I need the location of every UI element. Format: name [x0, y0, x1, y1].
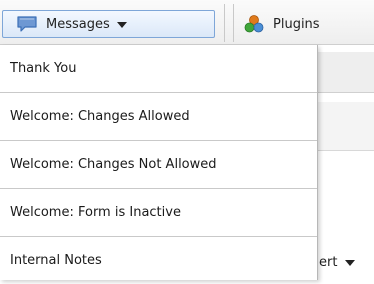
- menu-item-label: Welcome: Form is Inactive: [10, 205, 181, 220]
- background-panel: [318, 102, 374, 151]
- menu-item-label: Welcome: Changes Not Allowed: [10, 157, 217, 172]
- chevron-down-icon: [345, 260, 356, 266]
- toolbar: Messages Plugins: [0, 0, 374, 45]
- plugins-button[interactable]: Plugins: [244, 10, 320, 38]
- messages-button[interactable]: Messages: [2, 10, 215, 38]
- menu-item-internal-notes[interactable]: Internal Notes: [0, 237, 317, 284]
- menu-item-welcome-changes-allowed[interactable]: Welcome: Changes Allowed: [0, 93, 317, 140]
- background-panel: [318, 52, 374, 93]
- messages-button-label: Messages: [46, 16, 110, 32]
- insert-button[interactable]: ert: [318, 250, 374, 274]
- menu-item-welcome-form-inactive[interactable]: Welcome: Form is Inactive: [0, 189, 317, 236]
- toolbar-separator: [224, 4, 225, 42]
- chevron-down-icon: [116, 22, 127, 28]
- insert-button-label: ert: [319, 254, 338, 270]
- plugins-button-label: Plugins: [273, 16, 320, 32]
- toolbar-separator: [233, 4, 234, 42]
- menu-item-welcome-changes-not-allowed[interactable]: Welcome: Changes Not Allowed: [0, 141, 317, 188]
- chat-bubble-icon: [17, 16, 37, 32]
- messages-dropdown-menu: Thank You Welcome: Changes Allowed Welco…: [0, 45, 318, 280]
- menu-item-label: Thank You: [10, 61, 77, 76]
- puzzle-piece-icon: [244, 15, 264, 33]
- menu-item-thank-you[interactable]: Thank You: [0, 45, 317, 92]
- menu-item-label: Welcome: Changes Allowed: [10, 109, 190, 124]
- menu-item-label: Internal Notes: [10, 253, 102, 268]
